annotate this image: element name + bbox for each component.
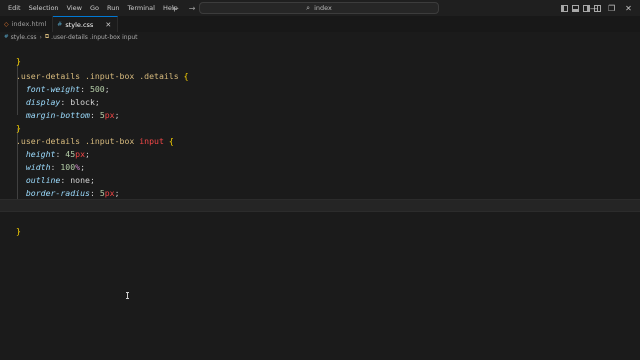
toggle-secondary-sidebar-icon[interactable]: [583, 4, 590, 12]
code-line-2: .user-details .input-box .details {: [0, 57, 640, 81]
menu-selection[interactable]: Selection: [25, 0, 63, 16]
menu-bar: Edit Selection View Go Run Terminal Help: [0, 0, 182, 16]
chevron-right-icon: ›: [39, 33, 42, 41]
code-line-3: font-weight: 500;: [25, 83, 110, 94]
command-center-search[interactable]: ⌕ index: [199, 2, 439, 14]
breadcrumb: # style.css › ⧉ .user-details .input-box…: [0, 32, 640, 42]
close-window-icon[interactable]: ✕: [625, 4, 632, 13]
title-bar: Edit Selection View Go Run Terminal Help…: [0, 0, 640, 16]
search-icon: ⌕: [306, 3, 311, 12]
code-line-10: outline: none;: [25, 174, 95, 185]
tab-label: index.html: [11, 20, 47, 28]
breadcrumb-file[interactable]: style.css: [11, 34, 37, 41]
breadcrumb-symbol[interactable]: .user-details .input-box input: [51, 34, 137, 41]
css-file-icon: #: [4, 34, 9, 40]
html-file-icon: ◇: [4, 20, 9, 28]
search-text: index: [314, 4, 332, 12]
menu-terminal[interactable]: Terminal: [123, 0, 158, 16]
code-line-5: margin-bottom: 5px;: [25, 109, 120, 120]
menu-view[interactable]: View: [63, 0, 86, 16]
back-arrow-icon[interactable]: ←: [172, 4, 179, 13]
minimize-icon[interactable]: —: [590, 4, 598, 13]
code-editor[interactable]: } .user-details .input-box .details { fo…: [0, 42, 640, 360]
code-line-11: border-radius: 5px;: [25, 187, 120, 198]
css-rule-icon: ⧉: [44, 33, 50, 40]
code-line-1: }: [0, 42, 640, 66]
mouse-text-cursor-icon: [126, 292, 129, 299]
code-line-12: border: 1px solid #ccc;: [0, 186, 640, 210]
code-line-4: display: block;: [25, 96, 100, 107]
close-tab-icon[interactable]: ✕: [105, 21, 111, 29]
code-line-6: }: [0, 109, 640, 133]
editor-tab-bar: ◇ index.html # style.css ✕: [0, 16, 640, 32]
code-line-8: height: 45px;: [25, 148, 90, 159]
tab-label: style.css: [65, 20, 94, 29]
forward-arrow-icon[interactable]: →: [189, 4, 196, 13]
tab-index-html[interactable]: ◇ index.html: [0, 16, 54, 32]
window-controls: — ❐ ✕: [590, 0, 632, 16]
tab-style-css[interactable]: # style.css ✕: [53, 16, 119, 32]
code-line-13-current[interactable]: [0, 199, 640, 212]
toggle-panel-icon[interactable]: [572, 4, 579, 12]
toggle-primary-sidebar-icon[interactable]: [561, 4, 568, 12]
restore-icon[interactable]: ❐: [608, 4, 615, 13]
navigation-arrows: ← →: [172, 0, 195, 16]
menu-go[interactable]: Go: [86, 0, 103, 16]
closing-brace: }: [16, 225, 21, 236]
code-line-9: width: 100%;: [25, 161, 86, 172]
css-file-icon: #: [57, 21, 63, 28]
code-line-7: .user-details .input-box input {: [0, 122, 640, 146]
code-line-14: }: [0, 212, 640, 236]
menu-edit[interactable]: Edit: [4, 0, 25, 16]
menu-run[interactable]: Run: [103, 0, 123, 16]
